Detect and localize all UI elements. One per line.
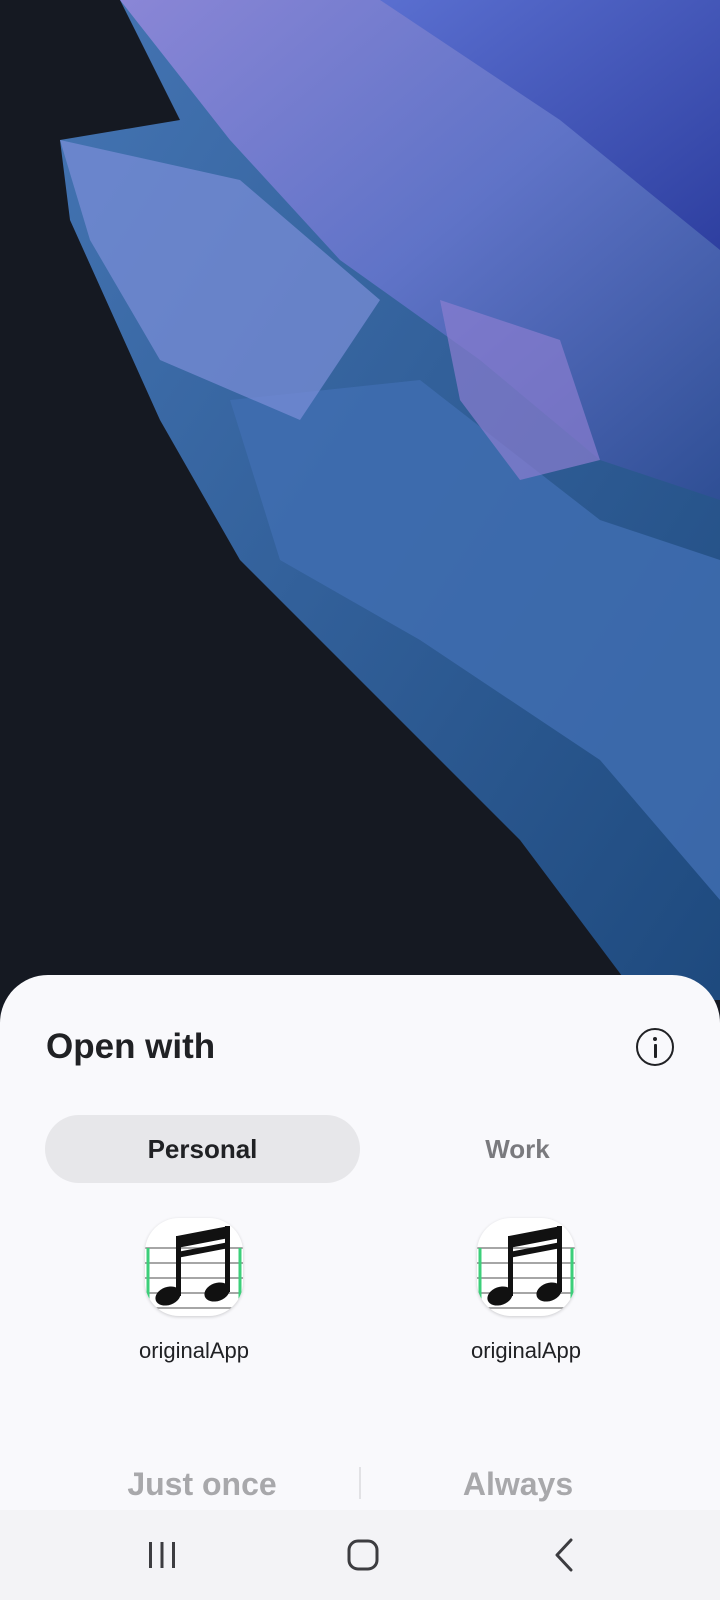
app-name: originalApp — [138, 1338, 250, 1363]
app-name: originalApp — [470, 1338, 582, 1363]
tab-personal[interactable]: Personal — [45, 1115, 360, 1183]
recents-icon[interactable] — [132, 1530, 192, 1580]
navigation-bar — [0, 1510, 720, 1600]
tab-personal-label: Personal — [147, 1133, 258, 1164]
app-option-work[interactable]: originalApp — [426, 1218, 626, 1364]
always-button[interactable]: Always — [368, 1459, 668, 1509]
music-notes-icon — [477, 1218, 575, 1316]
app-option-personal[interactable]: originalApp — [94, 1218, 294, 1364]
info-icon[interactable] — [636, 1028, 674, 1066]
home-icon[interactable] — [333, 1530, 393, 1580]
just-once-button[interactable]: Just once — [52, 1459, 352, 1509]
wallpaper — [0, 0, 720, 1000]
tab-work[interactable]: Work — [360, 1115, 675, 1183]
tab-work-label: Work — [485, 1133, 550, 1164]
dialog-title: Open with — [46, 1027, 216, 1066]
action-divider — [359, 1467, 361, 1499]
music-notes-icon — [145, 1218, 243, 1316]
back-icon[interactable] — [534, 1530, 594, 1580]
open-with-sheet: Open with Personal Work originalApp orig… — [0, 975, 720, 1510]
